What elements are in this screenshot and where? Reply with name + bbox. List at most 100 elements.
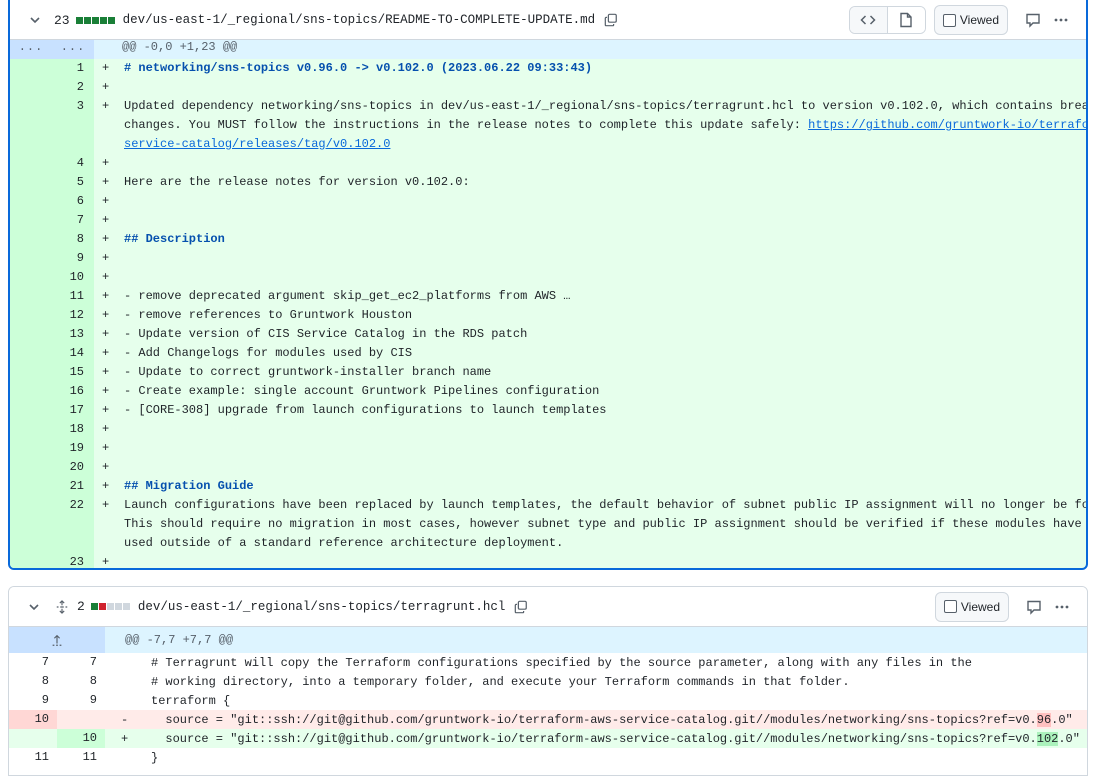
kebab-icon[interactable] [1048, 7, 1074, 33]
line-number[interactable]: 16 [10, 382, 94, 401]
comment-icon[interactable] [1020, 7, 1046, 33]
diff-line: 20 + [10, 458, 1086, 477]
checkbox-box[interactable] [942, 13, 956, 27]
line-number[interactable]: 15 [10, 363, 94, 382]
diff-line: 1 + # networking/sns-topics v0.96.0 -> v0.… [10, 59, 1086, 78]
diffstat-bar [106, 603, 114, 610]
viewed-checkbox[interactable]: Viewed [933, 5, 1008, 35]
new-line-number[interactable]: 10 [57, 729, 105, 748]
comment-icon[interactable] [1021, 594, 1047, 620]
line-number[interactable]: 20 [10, 458, 94, 477]
chevron-down-icon[interactable] [27, 600, 41, 614]
code-text: # working directory, into a temporary fo… [151, 675, 1087, 689]
diffstat-bar [114, 603, 122, 610]
release-notes-link[interactable]: https://github.com/gruntwork-io/terrafor… [808, 118, 1086, 132]
diff-sign: + [102, 555, 110, 569]
code-text: # Terragrunt will copy the Terraform con… [151, 656, 1087, 670]
old-line-number[interactable]: 11 [9, 748, 57, 767]
line-number[interactable]: 4 [10, 154, 94, 173]
diffstat-bar [83, 16, 91, 24]
code-icon[interactable] [849, 7, 887, 33]
checkbox-box[interactable] [943, 600, 957, 613]
diff-line: 10 + [10, 268, 1086, 287]
expand-dots-left[interactable]: ... [10, 40, 52, 59]
old-line-number[interactable]: 8 [9, 672, 57, 691]
line-number[interactable]: 23 [10, 553, 94, 568]
diffstat-bar [99, 16, 107, 24]
line-number[interactable]: 5 [10, 173, 94, 192]
diff-sign: + [102, 441, 110, 455]
line-number[interactable]: 3 [10, 97, 94, 116]
new-line-number[interactable]: 9 [57, 691, 105, 710]
line-text: source = "git::ssh://git@github.com/grun… [151, 712, 1037, 727]
line-text: used outside of a standard reference arc… [124, 536, 564, 550]
code-text: - remove references to Gruntwork Houston [124, 306, 1086, 325]
file-path[interactable]: dev/us-east-1/_regional/sns-topics/terra… [138, 600, 506, 614]
line-number[interactable]: 22 [10, 496, 94, 515]
diff-sign: + [102, 308, 110, 322]
diff-sign [94, 534, 124, 553]
line-number[interactable]: 13 [10, 325, 94, 344]
line-number[interactable]: 21 [10, 477, 94, 496]
line-number[interactable] [10, 534, 94, 553]
line-number[interactable]: 8 [10, 230, 94, 249]
code-text: This should require no migration in most… [124, 515, 1088, 534]
old-line-number[interactable]: 7 [9, 653, 57, 672]
viewed-label: Viewed [960, 599, 1000, 614]
diff-line: 4 + [10, 154, 1086, 173]
copy-icon[interactable] [603, 12, 619, 28]
line-number[interactable]: 17 [10, 401, 94, 420]
line-number[interactable] [10, 135, 94, 154]
diff-sign: + [102, 498, 110, 512]
kebab-icon[interactable] [1049, 594, 1075, 620]
file-path[interactable]: dev/us-east-1/_regional/sns-topics/READM… [123, 13, 596, 27]
line-number[interactable]: 18 [10, 420, 94, 439]
new-line-number[interactable] [57, 710, 105, 729]
diffstat-bar [90, 603, 98, 610]
line-text: This should require no migration in most… [124, 517, 1088, 531]
chevron-down-icon[interactable] [28, 13, 42, 27]
code-text: source = "git::ssh://git@github.com/grun… [151, 712, 1087, 727]
diff-sign [94, 116, 124, 135]
expand-up-icon[interactable] [9, 627, 105, 653]
diff-line: 12 + - remove references to Gruntwork Hous… [10, 306, 1086, 325]
line-number[interactable]: 7 [10, 211, 94, 230]
file-icon[interactable] [886, 7, 925, 33]
diff-sign: + [102, 346, 110, 360]
diff-line: 16 + - Create example: single account Grun… [10, 382, 1086, 401]
diff-line: 22 + Launch configurations have been repla… [10, 496, 1086, 515]
diff-line: 23 + [10, 553, 1086, 569]
line-number[interactable]: 12 [10, 306, 94, 325]
diff-sign: + [121, 731, 129, 746]
line-number[interactable]: 9 [10, 249, 94, 268]
diff-sign: + [102, 251, 110, 265]
line-number[interactable]: 10 [10, 268, 94, 287]
old-line-number[interactable] [9, 729, 57, 748]
diff-sign: + [102, 175, 110, 189]
diff-line: 21 + ## Migration Guide [10, 477, 1086, 496]
new-line-number[interactable]: 8 [57, 672, 105, 691]
viewed-checkbox[interactable]: Viewed [934, 591, 1009, 622]
diff-line: 5 + Here are the release notes for version… [10, 173, 1086, 192]
release-notes-link[interactable]: service-catalog/releases/tag/v0.102.0 [124, 137, 390, 151]
changed-fragment: 96 [1036, 712, 1052, 727]
old-line-number[interactable]: 10 [9, 710, 57, 729]
line-number[interactable] [10, 116, 94, 135]
old-line-number[interactable]: 9 [9, 691, 57, 710]
line-number[interactable]: 2 [10, 78, 94, 97]
diff-sign: + [102, 384, 110, 398]
new-line-number[interactable]: 11 [57, 748, 105, 767]
line-number[interactable]: 11 [10, 287, 94, 306]
line-number[interactable]: 14 [10, 344, 94, 363]
line-number[interactable]: 6 [10, 192, 94, 211]
code-text: service-catalog/releases/tag/v0.102.0 [124, 135, 1086, 154]
line-number[interactable] [10, 515, 94, 534]
unfold-icon[interactable] [53, 598, 71, 616]
line-number[interactable]: 1 [10, 59, 94, 78]
new-line-number[interactable]: 7 [57, 653, 105, 672]
expand-dots-right[interactable]: ... [52, 40, 94, 59]
copy-icon[interactable] [513, 599, 529, 615]
line-number[interactable]: 19 [10, 439, 94, 458]
